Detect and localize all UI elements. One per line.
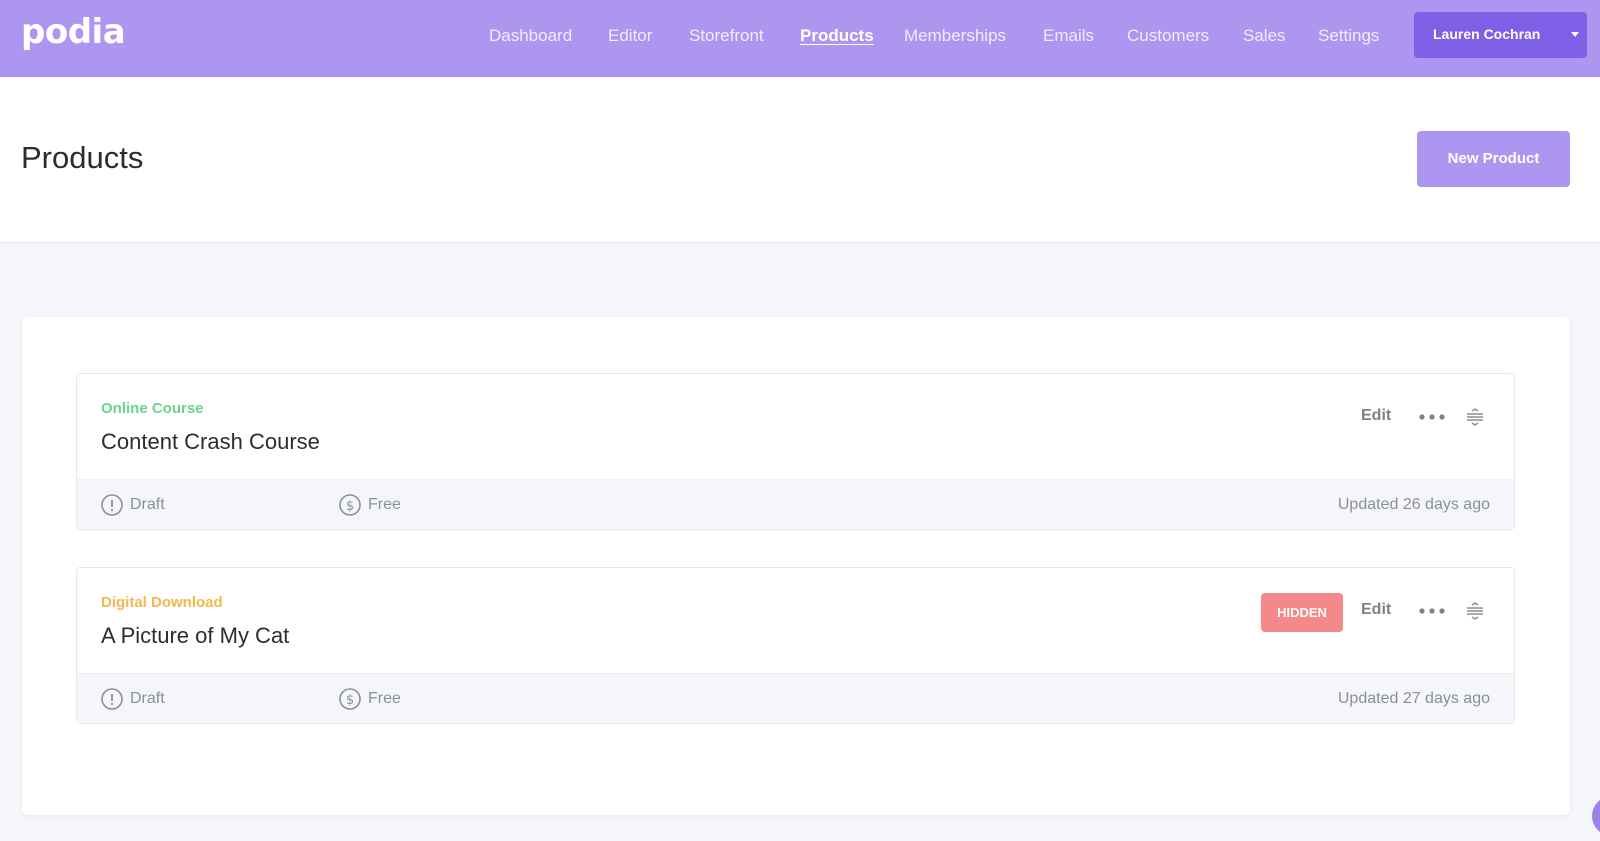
user-name: Lauren Cochran bbox=[1433, 26, 1541, 42]
product-footer: Draft $ Free Updated 27 days ago bbox=[77, 673, 1514, 723]
drag-handle-icon[interactable] bbox=[1466, 602, 1484, 620]
edit-button[interactable]: Edit bbox=[1361, 407, 1391, 425]
top-navigation-bar: podia Dashboard Editor Storefront Produc… bbox=[0, 0, 1600, 77]
product-type-label: Digital Download bbox=[101, 594, 223, 611]
updated-timestamp: Updated 26 days ago bbox=[1337, 496, 1490, 513]
updated-timestamp: Updated 27 days ago bbox=[1337, 690, 1490, 707]
product-title[interactable]: Content Crash Course bbox=[101, 429, 320, 455]
nav-settings[interactable]: Settings bbox=[1318, 24, 1379, 48]
price-label: Free bbox=[368, 496, 401, 513]
more-dots-icon[interactable] bbox=[1419, 414, 1445, 420]
product-item[interactable]: Digital Download A Picture of My Cat HID… bbox=[76, 567, 1515, 724]
nav-editor[interactable]: Editor bbox=[608, 24, 652, 48]
dollar-circle-icon: $ bbox=[339, 688, 361, 710]
page-title: Products bbox=[21, 140, 144, 175]
chevron-down-icon[interactable] bbox=[1571, 32, 1579, 37]
user-menu-button[interactable]: Lauren Cochran bbox=[1414, 12, 1587, 58]
nav-memberships[interactable]: Memberships bbox=[904, 24, 1006, 48]
drag-handle-icon[interactable] bbox=[1466, 408, 1484, 426]
edit-button[interactable]: Edit bbox=[1361, 601, 1391, 619]
nav-products[interactable]: Products bbox=[800, 24, 874, 48]
product-type-label: Online Course bbox=[101, 400, 204, 417]
product-title[interactable]: A Picture of My Cat bbox=[101, 623, 289, 649]
page-header: Products New Product bbox=[0, 77, 1600, 243]
nav-storefront[interactable]: Storefront bbox=[689, 24, 764, 48]
svg-text:$: $ bbox=[346, 693, 354, 708]
status-label: Draft bbox=[130, 496, 165, 513]
new-product-button[interactable]: New Product bbox=[1417, 131, 1570, 187]
help-chat-button[interactable] bbox=[1592, 796, 1600, 836]
svg-text:$: $ bbox=[346, 499, 354, 514]
product-item[interactable]: Online Course Content Crash Course Edit … bbox=[76, 373, 1515, 530]
nav-customers[interactable]: Customers bbox=[1127, 24, 1209, 48]
hidden-badge: HIDDEN bbox=[1261, 593, 1343, 632]
alert-circle-icon bbox=[101, 688, 123, 710]
nav-dashboard[interactable]: Dashboard bbox=[489, 24, 572, 48]
nav-emails[interactable]: Emails bbox=[1043, 24, 1094, 48]
price-label: Free bbox=[368, 690, 401, 707]
alert-circle-icon bbox=[101, 494, 123, 516]
status-label: Draft bbox=[130, 690, 165, 707]
dollar-circle-icon: $ bbox=[339, 494, 361, 516]
more-dots-icon[interactable] bbox=[1419, 608, 1445, 614]
nav-sales[interactable]: Sales bbox=[1243, 24, 1286, 48]
podia-logo[interactable]: podia bbox=[21, 12, 126, 52]
product-footer: Draft $ Free Updated 26 days ago bbox=[77, 479, 1514, 529]
